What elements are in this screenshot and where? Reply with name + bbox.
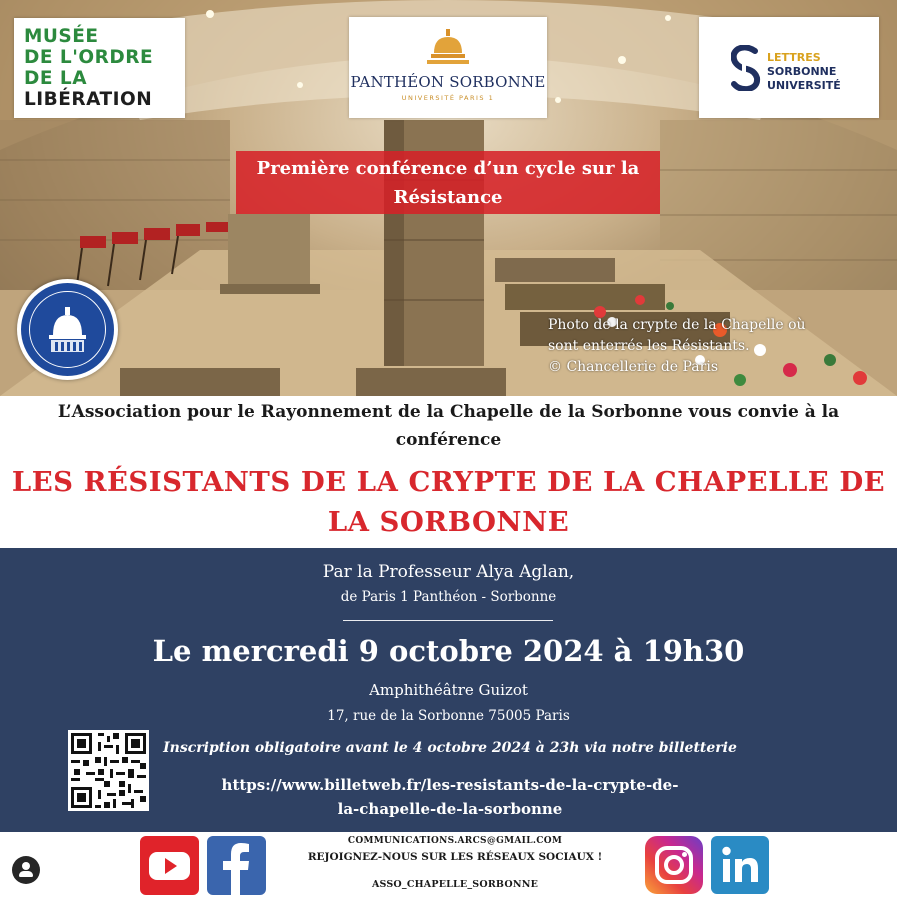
musee-logo-line3: DE LA (24, 68, 88, 89)
pantheon-logo-name: PANTHÉON SORBONNE (350, 73, 546, 91)
lettres-logo-line2: SORBONNE (767, 65, 837, 78)
linkedin-in-glyph (722, 846, 758, 882)
association-seal-logo (17, 279, 118, 380)
contact-email[interactable]: COMMUNICATIONS.ARCS@GMAIL.COM (290, 836, 620, 846)
crypt-photo: MUSÉE DE L'ORDRE DE LA LIBÉRATION PANTHÉ… (0, 0, 897, 396)
qr-code-icon (68, 730, 149, 811)
pantheon-dome-icon (427, 29, 469, 64)
pantheon-logo-subtitle: UNIVERSITÉ PARIS 1 (401, 94, 495, 102)
invitation-text: L’Association pour le Rayonnement de la … (0, 398, 897, 454)
youtube-icon[interactable] (140, 836, 199, 895)
event-date: Le mercredi 9 octobre 2024 à 19h30 (152, 634, 745, 668)
ticketing-link-line2[interactable]: la-chapelle-de-la-sorbonne (180, 797, 720, 821)
social-invitation: REJOIGNEZ-NOUS SUR LES RÉSEAUX SOCIAUX ! (307, 851, 603, 863)
event-venue: Amphithéâtre Guizot (369, 681, 528, 699)
photo-credit: Photo de la crypte de la Chapelle où son… (548, 315, 882, 378)
divider-line (343, 620, 553, 621)
ticketing-link-line1[interactable]: https://www.billetweb.fr/les-resistants-… (180, 773, 720, 797)
lettres-logo-line3: UNIVERSITÉ (767, 79, 841, 92)
lettres-sorbonne-logo: LETTRES SORBONNE UNIVERSITÉ (699, 17, 879, 118)
linkedin-icon[interactable] (711, 836, 769, 894)
event-poster: MUSÉE DE L'ORDRE DE LA LIBÉRATION PANTHÉ… (0, 0, 897, 897)
chapel-dome-seal-icon (29, 291, 106, 368)
conference-title-line2: LA SORBONNE (327, 506, 570, 538)
registration-note: Inscription obligatoire avant le 4 octob… (163, 740, 737, 756)
profile-avatar-icon[interactable] (12, 856, 40, 884)
conference-title-line1: LES RÉSISTANTS DE LA CRYPTE DE LA CHAPEL… (11, 466, 886, 498)
speaker-affiliation: de Paris 1 Panthéon - Sorbonne (340, 589, 557, 605)
banner-line1: Première conférence d’un cycle sur la (256, 158, 640, 179)
photo-credit-line1: Photo de la crypte de la Chapelle où (548, 317, 806, 333)
photo-credit-line3: © Chancellerie de Paris (548, 359, 719, 375)
social-handle: ASSO_CHAPELLE_SORBONNE (371, 879, 539, 890)
photo-credit-line2: sont enterrés les Résistants. (548, 338, 750, 354)
banner-line2: Résistance (393, 187, 503, 208)
instagram-camera-glyph (655, 846, 693, 884)
event-address: 17, rue de la Sorbonne 75005 Paris (327, 708, 570, 724)
invitation-line2: conférence (395, 430, 502, 450)
invitation-line1: L’Association pour le Rayonnement de la … (57, 402, 840, 422)
conference-title: LES RÉSISTANTS DE LA CRYPTE DE LA CHAPEL… (0, 462, 897, 542)
facebook-f-glyph (223, 843, 249, 895)
musee-logo-line1: MUSÉE (24, 26, 99, 47)
speaker-name: Par la Professeur Alya Aglan, (322, 562, 575, 582)
ticketing-link[interactable]: https://www.billetweb.fr/les-resistants-… (180, 773, 720, 821)
musee-logo-line2: DE L'ORDRE (24, 47, 154, 68)
qr-code[interactable] (68, 730, 149, 811)
lettres-logo-line1: LETTRES (767, 51, 821, 64)
youtube-play-glyph (149, 852, 190, 880)
conference-cycle-banner: Première conférence d’un cycle sur la Ré… (236, 151, 660, 214)
musee-ordre-liberation-logo: MUSÉE DE L'ORDRE DE LA LIBÉRATION (14, 18, 185, 118)
musee-logo-line4: LIBÉRATION (24, 89, 153, 110)
pantheon-sorbonne-logo: PANTHÉON SORBONNE UNIVERSITÉ PARIS 1 (349, 17, 547, 118)
instagram-icon[interactable] (645, 836, 703, 894)
sorbonne-s-icon (731, 45, 761, 91)
facebook-icon[interactable] (207, 836, 266, 895)
